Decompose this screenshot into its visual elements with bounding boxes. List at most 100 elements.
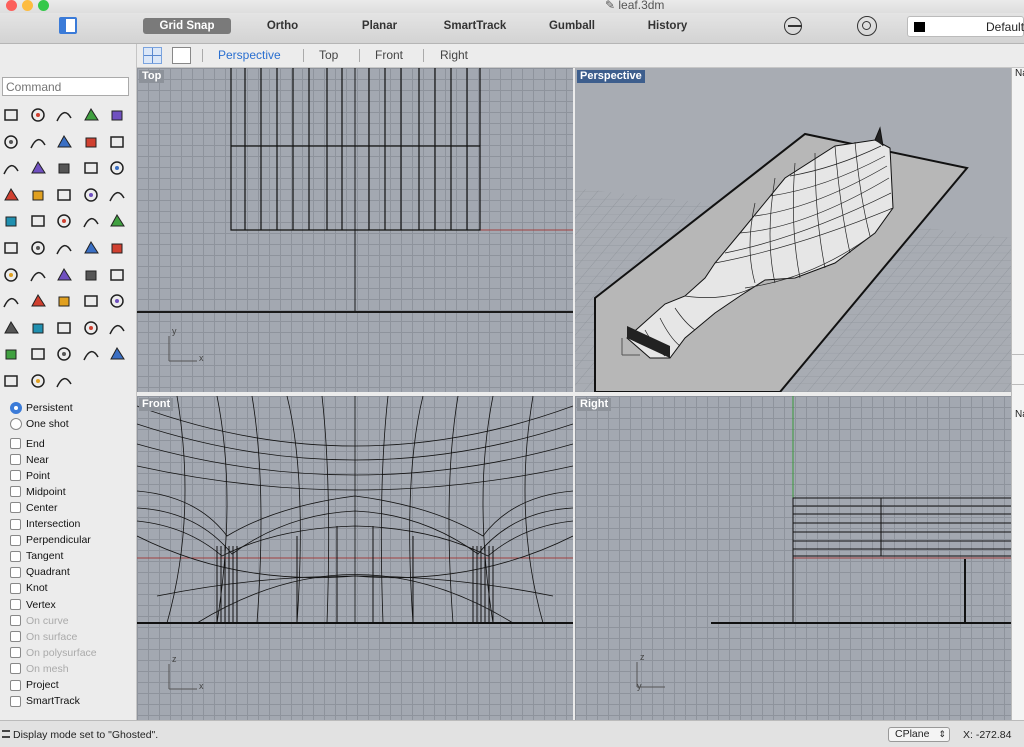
osnap-on-mesh[interactable]: On mesh (10, 661, 69, 676)
tool-curve-icon[interactable] (54, 106, 76, 126)
tool-circle-icon[interactable] (107, 106, 129, 126)
tool-circle-icon[interactable] (54, 159, 76, 179)
zoom-window-button[interactable] (38, 0, 49, 11)
tool-dot-icon[interactable] (28, 106, 50, 126)
tool-curve-icon[interactable] (28, 133, 50, 153)
persistent-radio[interactable]: Persistent (10, 400, 73, 415)
tool-circle-icon[interactable] (81, 319, 103, 339)
osnap-midpoint[interactable]: Midpoint (10, 484, 66, 499)
osnap-project[interactable]: Project (10, 678, 59, 693)
target-icon[interactable] (857, 16, 877, 36)
close-window-button[interactable] (6, 0, 17, 11)
viewport-label-perspective[interactable]: Perspective (577, 70, 645, 83)
tool-dot-icon[interactable] (81, 239, 103, 259)
menu-icon[interactable] (2, 730, 10, 738)
grid-view-icon[interactable] (143, 47, 162, 64)
tool-rect-icon[interactable] (1, 372, 23, 392)
tool-rect-icon[interactable] (28, 345, 50, 365)
osnap-quadrant[interactable]: Quadrant (10, 565, 70, 580)
tool-arrow-icon[interactable] (1, 292, 23, 312)
tool-circle-icon[interactable] (28, 186, 50, 206)
layer-selector[interactable]: Default (907, 16, 1024, 37)
tool-poly-icon[interactable] (81, 345, 103, 365)
osnap-point[interactable]: Point (10, 468, 50, 483)
tool-circle-icon[interactable] (54, 345, 76, 365)
tool-arrow-icon[interactable] (28, 266, 50, 286)
tool-curve-icon[interactable] (107, 239, 129, 259)
osnap-near[interactable]: Near (10, 452, 49, 467)
tool-dot-icon[interactable] (1, 133, 23, 153)
tool-arc-icon[interactable] (54, 212, 76, 232)
tab-perspective[interactable]: Perspective (218, 48, 281, 62)
tool-poly-icon[interactable] (81, 159, 103, 179)
osnap-on-curve[interactable]: On curve (10, 613, 69, 628)
tool-dot-icon[interactable] (28, 292, 50, 312)
tool-rect-icon[interactable] (1, 186, 23, 206)
viewport-label-right[interactable]: Right (577, 398, 612, 411)
tool-poly-icon[interactable] (54, 372, 76, 392)
osnap-perpendicular[interactable]: Perpendicular (10, 533, 91, 548)
planar-button[interactable]: Planar (352, 18, 407, 34)
one-shot-radio[interactable]: One shot (10, 416, 69, 431)
tool-arrow-icon[interactable] (54, 239, 76, 259)
viewport-label-front[interactable]: Front (139, 398, 174, 411)
tool-circle-icon[interactable] (28, 372, 50, 392)
tool-poly-icon[interactable] (28, 212, 50, 232)
tool-arc-icon[interactable] (28, 239, 50, 259)
tool-curve-icon[interactable] (1, 345, 23, 365)
viewport-top[interactable]: y x Top (137, 68, 573, 392)
tool-arc-icon[interactable] (107, 159, 129, 179)
cplane-select[interactable]: CPlane ⇕ (888, 727, 950, 742)
tool-circle-icon[interactable] (81, 133, 103, 153)
tool-circle-icon[interactable] (107, 292, 129, 312)
viewport-label-top[interactable]: Top (139, 70, 165, 83)
tool-rect-icon[interactable] (54, 133, 76, 153)
tab-top[interactable]: Top (319, 48, 338, 62)
tool-poly-icon[interactable] (1, 239, 23, 259)
tool-curve-icon[interactable] (1, 159, 23, 179)
osnap-on-surface[interactable]: On surface (10, 629, 77, 644)
osnap-intersection[interactable]: Intersection (10, 517, 80, 532)
osnap-smarttrack[interactable]: SmartTrack (10, 694, 80, 709)
tool-curve-icon[interactable] (54, 292, 76, 312)
tool-arrow-icon[interactable] (1, 106, 23, 126)
smarttrack-button[interactable]: SmartTrack (440, 18, 510, 34)
osnap-on-polysurface[interactable]: On polysurface (10, 645, 97, 660)
tool-poly-icon[interactable] (107, 133, 129, 153)
history-button[interactable]: History (640, 18, 695, 34)
single-view-icon[interactable] (172, 47, 191, 64)
tab-front[interactable]: Front (375, 48, 403, 62)
grid-snap-button[interactable]: Grid Snap (143, 18, 231, 34)
gumball-button[interactable]: Gumball (543, 18, 601, 34)
osnap-knot[interactable]: Knot (10, 581, 48, 596)
tool-arrow-icon[interactable] (81, 212, 103, 232)
tab-right[interactable]: Right (440, 48, 468, 62)
viewport-perspective[interactable]: Perspective (575, 68, 1011, 392)
viewport-front[interactable]: z x Front (137, 396, 573, 720)
tool-rect-icon[interactable] (107, 266, 129, 286)
tool-dot-icon[interactable] (107, 212, 129, 232)
tool-poly-icon[interactable] (107, 319, 129, 339)
tool-rect-icon[interactable] (81, 106, 103, 126)
tool-dot-icon[interactable] (54, 266, 76, 286)
minimize-window-button[interactable] (22, 0, 33, 11)
tool-rect-icon[interactable] (81, 292, 103, 312)
osnap-center[interactable]: Center (10, 500, 58, 515)
osnap-tangent[interactable]: Tangent (10, 549, 63, 564)
viewport-right[interactable]: z y Right (575, 396, 1011, 720)
tool-curve-icon[interactable] (81, 266, 103, 286)
tool-arc-icon[interactable] (107, 345, 129, 365)
tool-dot-icon[interactable] (1, 319, 23, 339)
tool-rect-icon[interactable] (54, 319, 76, 339)
tool-circle-icon[interactable] (1, 212, 23, 232)
tool-poly-icon[interactable] (54, 186, 76, 206)
osnap-end[interactable]: End (10, 436, 45, 451)
gumball-circle-icon[interactable] (784, 17, 802, 35)
tool-curve-icon[interactable] (28, 319, 50, 339)
sidebar-toggle-icon[interactable] (59, 17, 77, 34)
ortho-button[interactable]: Ortho (255, 18, 310, 34)
command-input[interactable] (2, 77, 129, 96)
tool-rect-icon[interactable] (28, 159, 50, 179)
osnap-vertex[interactable]: Vertex (10, 597, 56, 612)
tool-arc-icon[interactable] (1, 266, 23, 286)
